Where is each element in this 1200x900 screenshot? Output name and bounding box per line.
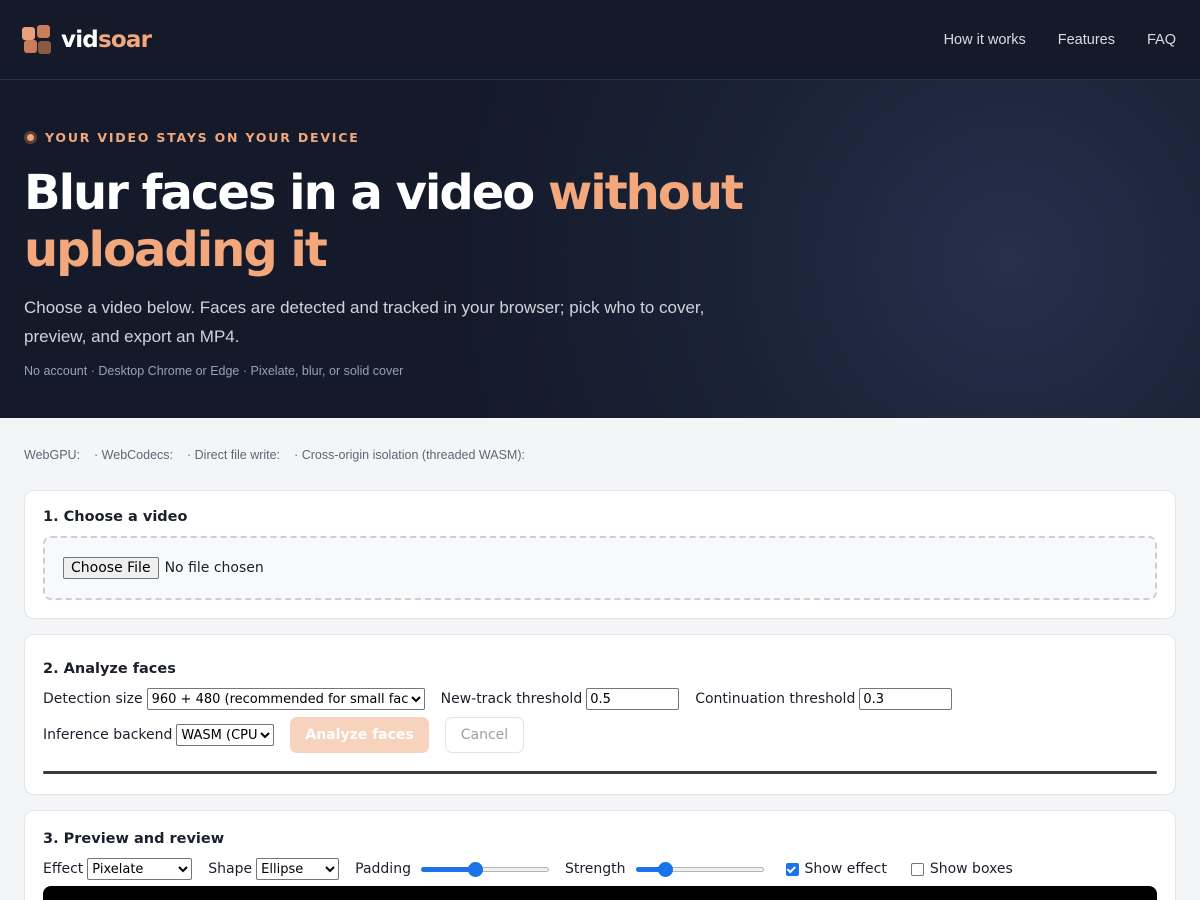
analyze-options-row: Detection size 960 + 480 (recommended fo… (43, 688, 1157, 710)
brand-logo-link[interactable]: vidsoar (22, 24, 152, 55)
show-effect-label: Show effect (804, 861, 887, 877)
cap-webgpu: WebGPU: (24, 448, 81, 462)
step-title: 2. Analyze faces (43, 661, 176, 677)
analysis-progress-bar (43, 771, 1157, 774)
nav-link-faq[interactable]: FAQ (1147, 32, 1176, 48)
show-effect-checkbox[interactable] (785, 862, 799, 876)
main-nav: How it works Features FAQ (944, 32, 1176, 48)
cap-webcodecs: · WebCodecs: (94, 448, 174, 462)
hero-meta: No account · Desktop Chrome or Edge · Pi… (24, 364, 404, 378)
preview-controls-row: Effect Pixelate Shape Ellipse Padding St… (43, 858, 1157, 880)
inference-backend-select[interactable]: WASM (CPU) (176, 724, 275, 746)
strength-slider[interactable] (635, 861, 764, 877)
hero-description: Choose a video below. Faces are detected… (24, 298, 705, 346)
cap-direct-file-write: · Direct file write: (187, 448, 281, 462)
effect-select[interactable]: Pixelate (87, 858, 193, 880)
cap-cross-origin-isolation: · Cross-origin isolation (threaded WASM)… (294, 448, 525, 462)
choose-file-button[interactable]: Choose File (63, 557, 159, 579)
new-track-threshold-input[interactable] (586, 688, 680, 710)
step-title: 1. Choose a video (43, 509, 188, 525)
step-title: 3. Preview and review (43, 831, 225, 847)
file-dropzone[interactable]: Choose File No file chosen (43, 536, 1157, 600)
page-title: Blur faces in a video without uploading … (24, 165, 924, 279)
new-track-threshold-label: New-track threshold (440, 691, 583, 707)
detection-size-select[interactable]: 960 + 480 (recommended for small faces) (146, 688, 425, 710)
dot-icon (24, 131, 37, 144)
nav-link-how-it-works[interactable]: How it works (944, 32, 1026, 48)
top-navbar: vidsoar How it works Features FAQ (0, 0, 1200, 80)
title-plain: Blur faces in a video (24, 165, 548, 221)
analyze-actions-row: Inference backend WASM (CPU) Analyze fac… (43, 717, 1157, 753)
slider-fill (420, 867, 475, 872)
show-boxes-checkbox[interactable] (910, 862, 924, 876)
padding-slider[interactable] (420, 861, 549, 877)
brand-suffix: soar (97, 26, 152, 53)
padding-label: Padding (355, 861, 411, 877)
shape-label: Shape (208, 861, 253, 877)
video-preview[interactable] (43, 886, 1157, 900)
brand-name: vidsoar (61, 26, 152, 53)
logo-icon (22, 24, 52, 55)
nav-link-features[interactable]: Features (1058, 32, 1115, 48)
strength-label: Strength (564, 861, 626, 877)
step-analyze-faces: 2. Analyze faces Detection size 960 + 48… (24, 634, 1176, 795)
hero-section: YOUR VIDEO STAYS ON YOUR DEVICE Blur fac… (0, 80, 1200, 418)
step-preview-review: 3. Preview and review Effect Pixelate Sh… (24, 810, 1176, 900)
file-status: No file chosen (164, 560, 264, 576)
step-choose-video: 1. Choose a video Choose File No file ch… (24, 490, 1176, 619)
analyze-faces-button[interactable]: Analyze faces (290, 717, 429, 753)
detection-size-label: Detection size (43, 691, 143, 707)
eyebrow: YOUR VIDEO STAYS ON YOUR DEVICE (24, 130, 1176, 145)
eyebrow-text: YOUR VIDEO STAYS ON YOUR DEVICE (45, 130, 360, 145)
slider-thumb[interactable] (657, 862, 673, 877)
cancel-button[interactable]: Cancel (444, 717, 525, 753)
main-content: WebGPU: · WebCodecs: · Direct file write… (0, 418, 1200, 900)
continuation-threshold-input[interactable] (859, 688, 953, 710)
brand-prefix: vid (61, 26, 99, 53)
show-boxes-label: Show boxes (929, 861, 1013, 877)
shape-select[interactable]: Ellipse (256, 858, 340, 880)
slider-thumb[interactable] (467, 862, 483, 877)
capability-status: WebGPU: · WebCodecs: · Direct file write… (24, 418, 1176, 490)
effect-label: Effect (43, 861, 84, 877)
inference-backend-label: Inference backend (43, 727, 173, 743)
continuation-threshold-label: Continuation threshold (695, 691, 856, 707)
